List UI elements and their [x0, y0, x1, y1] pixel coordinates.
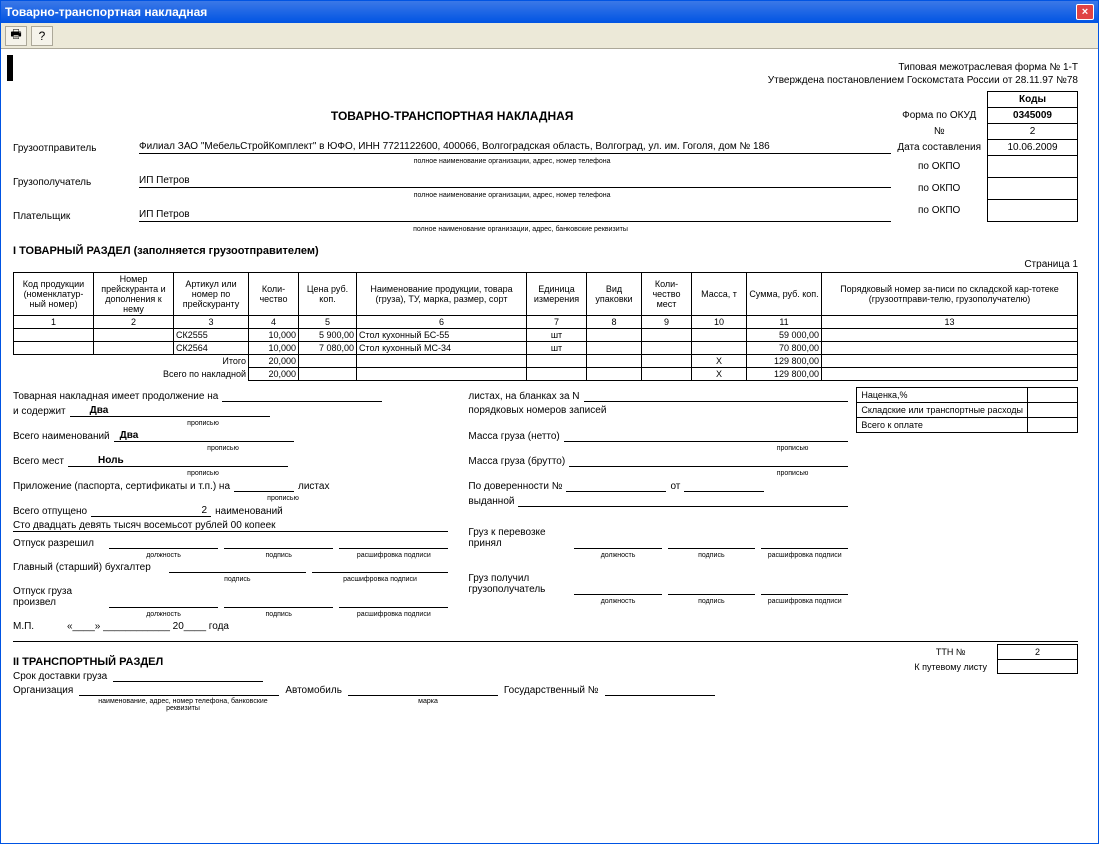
- form-header: Типовая межотраслевая форма № 1-Т Утверж…: [13, 61, 1078, 87]
- receiver-row: Грузополучатель ИП Петров: [13, 175, 891, 188]
- receiver-value: ИП Петров: [139, 175, 891, 188]
- payer-row: Плательщик ИП Петров: [13, 209, 891, 222]
- table-row: СК2564 10,000 7 080,00 Стол кухонный МС-…: [14, 342, 1078, 355]
- toolbar: 🖶 ?: [1, 23, 1098, 49]
- ttn-box: ТТН №2 К путевому листу: [904, 644, 1078, 674]
- section1-title: I ТОВАРНЫЙ РАЗДЕЛ (заполняется грузоотпр…: [13, 245, 1078, 257]
- titlebar: Товарно-транспортная накладная ×: [1, 1, 1098, 23]
- total-row: Всего по накладной 20,000 Х 129 800,00: [14, 368, 1078, 381]
- print-button[interactable]: 🖶: [5, 26, 27, 46]
- codes-box: Коды Форма по ОКУД0345009 №2 Дата состав…: [891, 91, 1078, 222]
- window-title: Товарно-транспортная накладная: [5, 5, 207, 19]
- table-row: СК2555 10,000 5 900,00 Стол кухонный БС-…: [14, 329, 1078, 342]
- sender-value: Филиал ЗАО "МебельСтройКомплект" в ЮФО, …: [139, 141, 891, 154]
- document-area[interactable]: Типовая межотраслевая форма № 1-Т Утверж…: [7, 55, 1092, 837]
- goods-table: Код продукции (номенклатур-ный номер) Но…: [13, 272, 1078, 381]
- close-button[interactable]: ×: [1076, 4, 1094, 20]
- margin-marker: [7, 55, 13, 81]
- footer-block: Наценка,% Складские или транспортные рас…: [13, 387, 1078, 712]
- side-charges-table: Наценка,% Складские или транспортные рас…: [856, 387, 1078, 433]
- sender-row: Грузоотправитель Филиал ЗАО "МебельСтрой…: [13, 141, 891, 154]
- page-number: Страница 1: [13, 259, 1078, 270]
- help-button[interactable]: ?: [31, 26, 53, 46]
- payer-value: ИП Петров: [139, 209, 891, 222]
- itogo-row: Итого 20,000 Х 129 800,00: [14, 355, 1078, 368]
